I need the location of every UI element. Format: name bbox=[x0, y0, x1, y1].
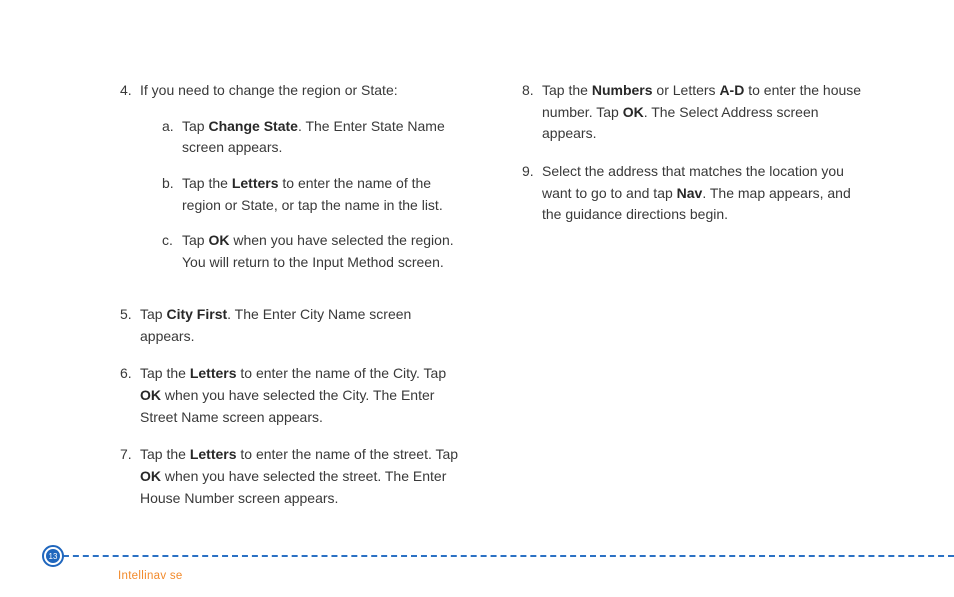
bold-term: A-D bbox=[719, 82, 744, 98]
item-number: 6. bbox=[120, 363, 140, 428]
bold-term: Letters bbox=[190, 446, 237, 462]
sub-item: b. Tap the Letters to enter the name of … bbox=[140, 173, 462, 216]
right-column: 8. Tap the Numbers or Letters A-D to ent… bbox=[522, 80, 864, 525]
item-number: 9. bbox=[522, 161, 542, 226]
footer-divider bbox=[53, 555, 954, 557]
bold-term: OK bbox=[140, 468, 161, 484]
item-number: 4. bbox=[120, 80, 140, 288]
left-column: 4. If you need to change the region or S… bbox=[120, 80, 462, 525]
item-number: 7. bbox=[120, 444, 140, 509]
page-content: 4. If you need to change the region or S… bbox=[0, 0, 954, 525]
item-number: 5. bbox=[120, 304, 140, 347]
bold-term: Letters bbox=[190, 365, 237, 381]
footer-brand-label: Intellinav se bbox=[118, 570, 183, 582]
sub-item: a. Tap Change State. The Enter State Nam… bbox=[140, 116, 462, 159]
page-number-badge: 13 bbox=[42, 545, 64, 567]
bold-term: OK bbox=[140, 387, 161, 403]
list-item: 6. Tap the Letters to enter the name of … bbox=[120, 363, 462, 428]
sub-letter: b. bbox=[162, 173, 182, 216]
list-item: 4. If you need to change the region or S… bbox=[120, 80, 462, 288]
bold-term: Change State bbox=[208, 118, 297, 134]
bold-term: City First bbox=[166, 306, 227, 322]
bold-term: Numbers bbox=[592, 82, 653, 98]
bold-term: OK bbox=[623, 104, 644, 120]
item-number: 8. bbox=[522, 80, 542, 145]
bold-term: OK bbox=[208, 232, 229, 248]
list-item: 8. Tap the Numbers or Letters A-D to ent… bbox=[522, 80, 864, 145]
page-footer: 13 Intellinav se bbox=[0, 537, 954, 577]
item-text: If you need to change the region or Stat… bbox=[140, 82, 398, 98]
list-item: 9. Select the address that matches the l… bbox=[522, 161, 864, 226]
page-number: 13 bbox=[46, 549, 60, 563]
bold-term: Letters bbox=[232, 175, 279, 191]
sub-letter: c. bbox=[162, 230, 182, 273]
list-item: 7. Tap the Letters to enter the name of … bbox=[120, 444, 462, 509]
bold-term: Nav bbox=[677, 185, 703, 201]
list-item: 5. Tap City First. The Enter City Name s… bbox=[120, 304, 462, 347]
sub-letter: a. bbox=[162, 116, 182, 159]
sub-item: c. Tap OK when you have selected the reg… bbox=[140, 230, 462, 273]
sub-list: a. Tap Change State. The Enter State Nam… bbox=[140, 116, 462, 274]
